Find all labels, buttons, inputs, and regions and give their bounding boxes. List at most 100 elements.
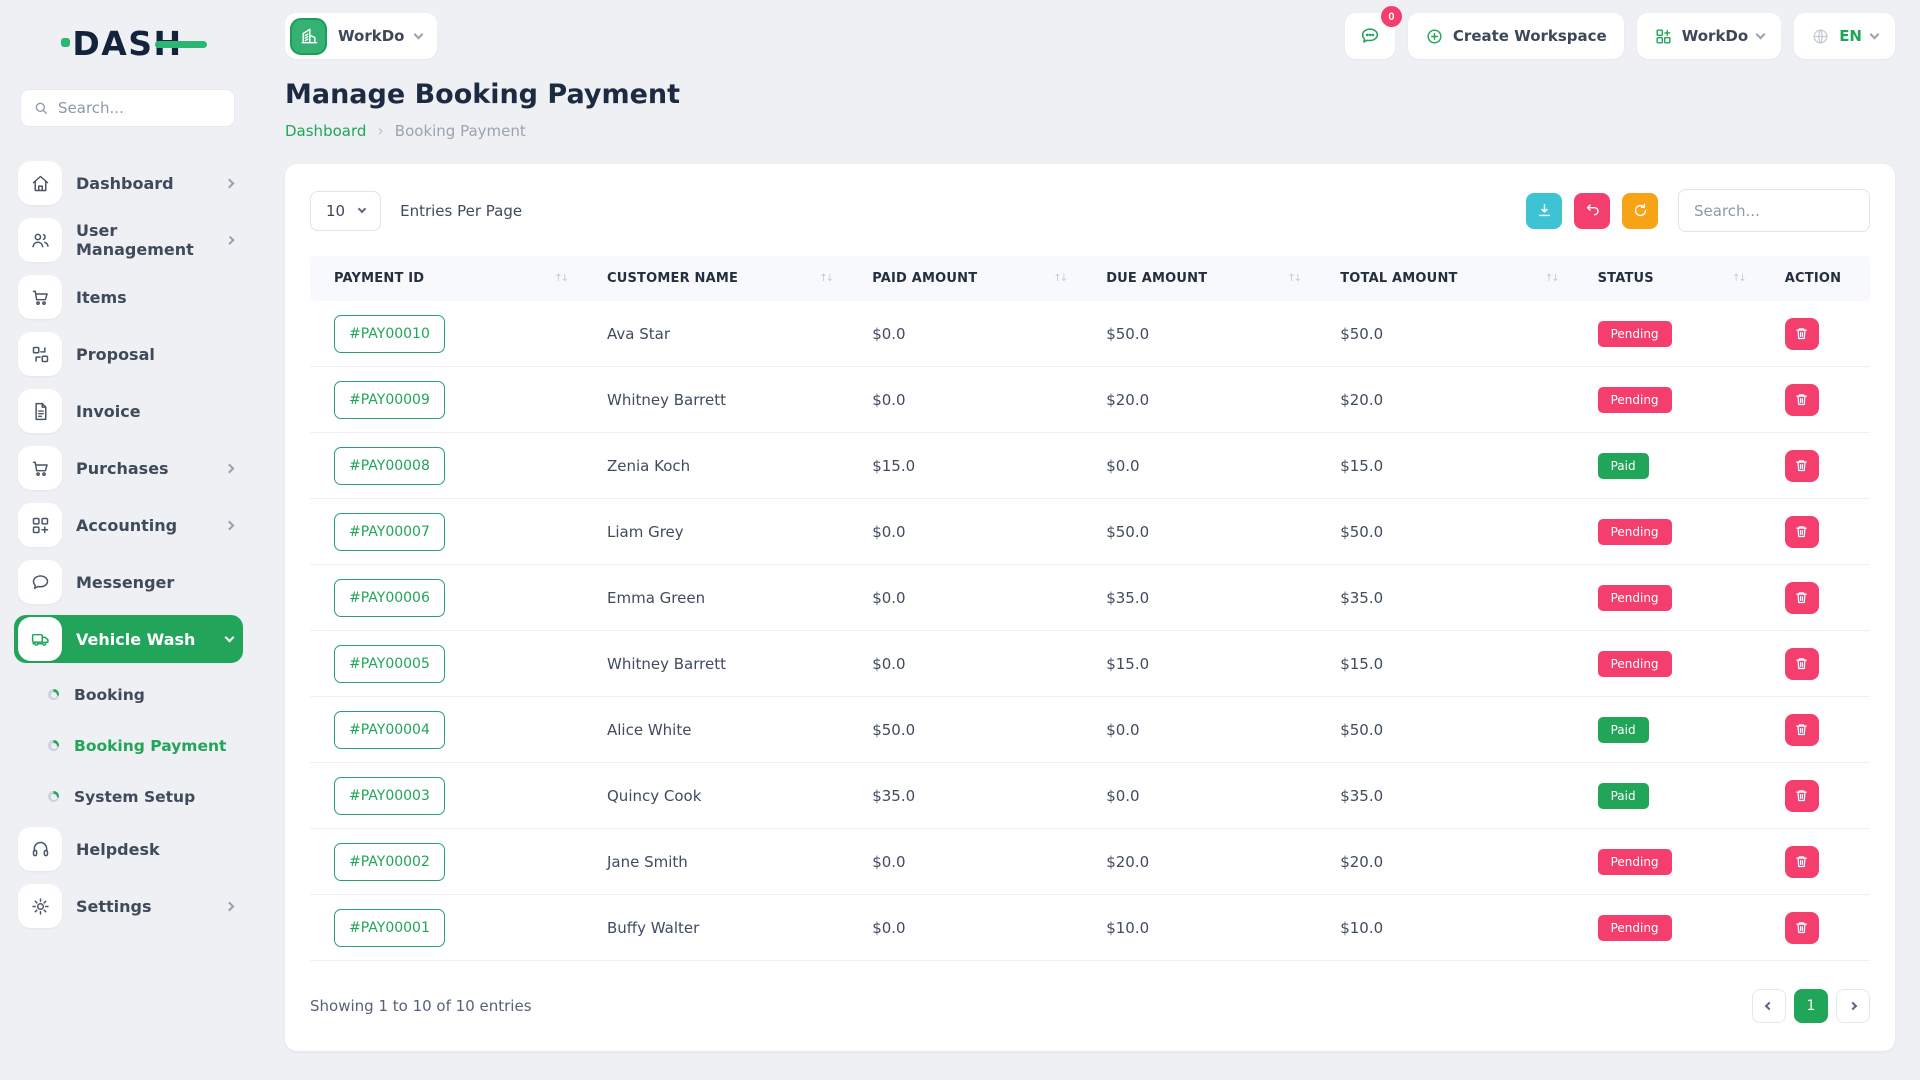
sidebar-subitem-booking[interactable]: Booking: [14, 672, 243, 717]
sidebar-search[interactable]: [20, 89, 235, 127]
workdo-menu-button[interactable]: WorkDo: [1637, 13, 1781, 59]
column-header-total-amount[interactable]: TOTAL AMOUNT↑↓: [1316, 271, 1573, 286]
total-amount-cell: $20.0: [1316, 391, 1573, 409]
delete-button[interactable]: [1785, 450, 1819, 482]
customer-name-cell: Whitney Barrett: [583, 391, 848, 409]
delete-button[interactable]: [1785, 912, 1819, 944]
sidebar-subitem-booking-payment[interactable]: Booking Payment: [14, 723, 243, 768]
sort-icon[interactable]: ↑↓: [554, 273, 567, 284]
payment-id-button[interactable]: #PAY00008: [334, 447, 445, 485]
table-row: #PAY00001Buffy Walter$0.0$10.0$10.0Pendi…: [310, 895, 1870, 961]
sidebar-item-user-management[interactable]: User Management: [14, 216, 243, 264]
sort-icon[interactable]: ↑↓: [1545, 273, 1558, 284]
sidebar-item-dashboard[interactable]: Dashboard: [14, 159, 243, 207]
sidebar-subitem-system-setup[interactable]: System Setup: [14, 774, 243, 819]
language-selector[interactable]: EN: [1794, 13, 1895, 59]
pagination-next-button[interactable]: [1836, 989, 1870, 1023]
payment-id-button[interactable]: #PAY00010: [334, 315, 445, 353]
table-row: #PAY00005Whitney Barrett$0.0$15.0$15.0Pe…: [310, 631, 1870, 697]
showing-entries-text: Showing 1 to 10 of 10 entries: [310, 997, 532, 1015]
grid-plus-icon: [1654, 27, 1673, 46]
payment-id-button[interactable]: #PAY00003: [334, 777, 445, 815]
main-content: Manage Booking Payment Dashboard › Booki…: [255, 79, 1920, 1051]
paid-amount-cell: $0.0: [848, 523, 1082, 541]
delete-button[interactable]: [1785, 582, 1819, 614]
column-header-customer-name[interactable]: CUSTOMER NAME↑↓: [583, 271, 848, 286]
payment-id-button[interactable]: #PAY00002: [334, 843, 445, 881]
truck-icon: [18, 617, 62, 661]
refresh-button[interactable]: [1622, 193, 1658, 229]
column-header-status[interactable]: STATUS↑↓: [1574, 271, 1761, 286]
sidebar-item-items[interactable]: Items: [14, 273, 243, 321]
sidebar-item-helpdesk[interactable]: Helpdesk: [14, 825, 243, 873]
create-workspace-button[interactable]: Create Workspace: [1408, 13, 1624, 59]
sidebar-item-vehicle-wash[interactable]: Vehicle Wash: [14, 615, 243, 663]
breadcrumb-separator-icon: ›: [377, 121, 383, 140]
payment-id-button[interactable]: #PAY00007: [334, 513, 445, 551]
delete-button[interactable]: [1785, 384, 1819, 416]
breadcrumb-dashboard-link[interactable]: Dashboard: [285, 122, 366, 140]
table-row: #PAY00002Jane Smith$0.0$20.0$20.0Pending: [310, 829, 1870, 895]
sidebar-subitem-label: Booking: [74, 686, 145, 704]
payment-id-button[interactable]: #PAY00001: [334, 909, 445, 947]
sidebar-item-accounting[interactable]: Accounting: [14, 501, 243, 549]
table-row: #PAY00003Quincy Cook$35.0$0.0$35.0Paid: [310, 763, 1870, 829]
sort-icon[interactable]: ↑↓: [1732, 273, 1745, 284]
sidebar-item-label: Accounting: [76, 516, 177, 535]
chevron-right-icon: [1849, 1002, 1857, 1010]
chevron-down-icon: [1756, 30, 1766, 40]
pagination-page-1-button[interactable]: 1: [1794, 989, 1828, 1023]
table-search-input[interactable]: [1694, 202, 1854, 220]
cart-icon: [18, 275, 62, 319]
column-header-payment-id[interactable]: PAYMENT ID↑↓: [310, 271, 583, 286]
sidebar-item-messenger[interactable]: Messenger: [14, 558, 243, 606]
sidebar-item-proposal[interactable]: Proposal: [14, 330, 243, 378]
trash-icon: [1794, 854, 1809, 869]
total-amount-cell: $15.0: [1316, 457, 1573, 475]
status-badge: Pending: [1598, 519, 1672, 545]
entries-per-page-select[interactable]: 10: [310, 191, 381, 231]
delete-button[interactable]: [1785, 846, 1819, 878]
export-download-button[interactable]: [1526, 193, 1562, 229]
due-amount-cell: $15.0: [1082, 655, 1316, 673]
due-amount-cell: $0.0: [1082, 457, 1316, 475]
column-header-paid-amount[interactable]: PAID AMOUNT↑↓: [848, 271, 1082, 286]
payment-id-button[interactable]: #PAY00004: [334, 711, 445, 749]
workspace-selector[interactable]: WorkDo: [285, 13, 437, 59]
sidebar-item-label: Messenger: [76, 573, 174, 592]
messages-button[interactable]: 0: [1345, 13, 1395, 59]
paid-amount-cell: $15.0: [848, 457, 1082, 475]
sort-icon[interactable]: ↑↓: [819, 273, 832, 284]
sidebar-item-purchases[interactable]: Purchases: [14, 444, 243, 492]
sidebar-item-settings[interactable]: Settings: [14, 882, 243, 930]
column-header-due-amount[interactable]: DUE AMOUNT↑↓: [1082, 271, 1316, 286]
total-amount-cell: $50.0: [1316, 721, 1573, 739]
payment-id-button[interactable]: #PAY00006: [334, 579, 445, 617]
delete-button[interactable]: [1785, 780, 1819, 812]
status-badge: Paid: [1598, 783, 1649, 809]
table-search[interactable]: [1678, 189, 1870, 232]
table-controls: 10 Entries Per Page: [310, 189, 1870, 232]
delete-button[interactable]: [1785, 714, 1819, 746]
sidebar-item-label: Dashboard: [76, 174, 174, 193]
trash-icon: [1794, 392, 1809, 407]
circle-bullet-icon: [48, 689, 59, 700]
sort-icon[interactable]: ↑↓: [1053, 273, 1066, 284]
delete-button[interactable]: [1785, 318, 1819, 350]
delete-button[interactable]: [1785, 648, 1819, 680]
delete-button[interactable]: [1785, 516, 1819, 548]
status-badge: Paid: [1598, 453, 1649, 479]
payment-id-button[interactable]: #PAY00005: [334, 645, 445, 683]
sidebar-search-input[interactable]: [58, 99, 222, 117]
total-amount-cell: $20.0: [1316, 853, 1573, 871]
sidebar-item-invoice[interactable]: Invoice: [14, 387, 243, 435]
chevron-right-icon: [225, 463, 235, 473]
due-amount-cell: $10.0: [1082, 919, 1316, 937]
payment-id-button[interactable]: #PAY00009: [334, 381, 445, 419]
reset-undo-button[interactable]: [1574, 193, 1610, 229]
pagination-prev-button[interactable]: [1752, 989, 1786, 1023]
sort-icon[interactable]: ↑↓: [1287, 273, 1300, 284]
chevron-left-icon: [1765, 1002, 1773, 1010]
table-row: #PAY00010Ava Star$0.0$50.0$50.0Pending: [310, 301, 1870, 367]
entries-per-page-value: 10: [326, 202, 345, 220]
